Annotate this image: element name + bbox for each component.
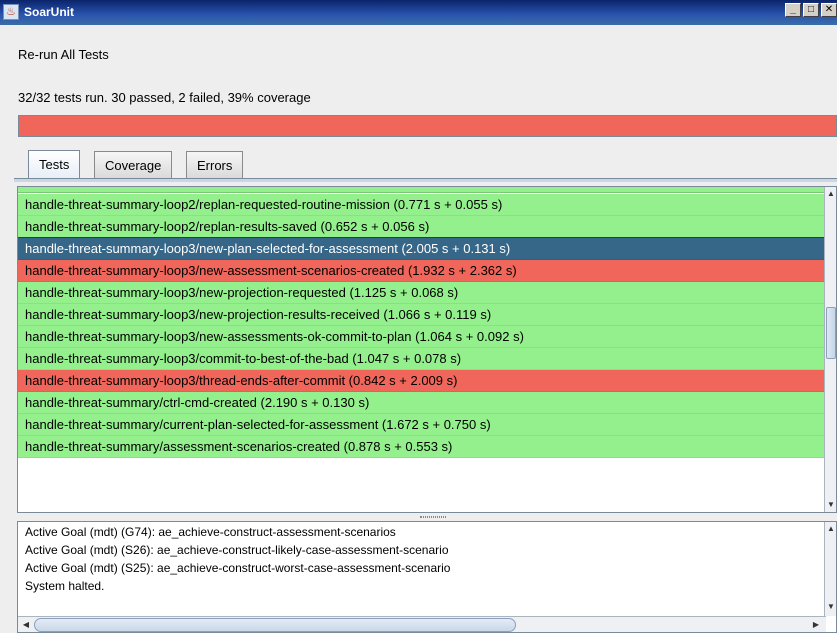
test-progress-bar (18, 115, 837, 137)
log-line: Active Goal (mdt) (S26): ae_achieve-cons… (25, 543, 449, 557)
test-list[interactable]: handle-threat-summary-loop2/replan-reque… (18, 187, 825, 512)
log-line: System halted. (25, 579, 105, 593)
window-titlebar[interactable]: ♨ SoarUnit _ □ ✕ (0, 0, 837, 25)
scroll-left-arrow-icon[interactable]: ◀ (20, 619, 32, 631)
panel-splitter[interactable] (17, 513, 837, 521)
log-line: Active Goal (mdt) (S25): ae_achieve-cons… (25, 561, 451, 575)
window-title: SoarUnit (24, 5, 75, 19)
maximize-button[interactable]: □ (803, 3, 819, 17)
test-row[interactable]: handle-threat-summary-loop3/new-projecti… (18, 304, 825, 326)
test-row[interactable]: handle-threat-summary/current-plan-selec… (18, 414, 825, 436)
java-app-icon: ♨ (3, 4, 19, 20)
test-row[interactable]: handle-threat-summary-loop3/new-assessme… (18, 260, 825, 282)
log-horizontal-scrollbar[interactable]: ◀ ▶ (18, 616, 826, 632)
minimize-button[interactable]: _ (785, 3, 801, 17)
tab-coverage[interactable]: Coverage (94, 151, 173, 178)
test-progress-fill (19, 116, 836, 136)
test-row[interactable]: handle-threat-summary-loop2/replan-reque… (18, 194, 825, 216)
test-row[interactable]: handle-threat-summary-loop3/new-projecti… (18, 282, 825, 304)
tests-vertical-scrollbar[interactable]: ▲ ▼ (824, 187, 836, 512)
tab-strip-underline (14, 178, 837, 182)
test-summary-text: 32/32 tests run. 30 passed, 2 failed, 39… (18, 90, 311, 105)
scroll-down-arrow-icon[interactable]: ▼ (826, 500, 836, 510)
output-log-panel[interactable]: Active Goal (mdt) (G74): ae_achieve-cons… (17, 521, 837, 633)
tab-errors[interactable]: Errors (186, 151, 244, 178)
log-line: Active Goal (mdt) (G74): ae_achieve-cons… (25, 525, 396, 539)
test-row[interactable]: handle-threat-summary-loop3/new-plan-sel… (18, 237, 825, 261)
log-scroll-up-arrow-icon[interactable]: ▲ (826, 524, 836, 534)
scroll-up-arrow-icon[interactable]: ▲ (826, 189, 836, 199)
test-row[interactable]: handle-threat-summary-loop3/thread-ends-… (18, 370, 825, 392)
splitter-grip-icon (420, 516, 446, 518)
tests-scroll-thumb[interactable] (826, 307, 836, 359)
tests-list-panel[interactable]: handle-threat-summary-loop2/replan-reque… (17, 186, 837, 513)
log-horizontal-scroll-thumb[interactable] (34, 618, 516, 632)
test-row[interactable]: handle-threat-summary/ctrl-cmd-created (… (18, 392, 825, 414)
log-vertical-scrollbar[interactable]: ▲ ▼ (824, 522, 836, 616)
scroll-right-arrow-icon[interactable]: ▶ (810, 619, 822, 631)
test-row[interactable]: handle-threat-summary-loop3/new-assessme… (18, 326, 825, 348)
log-scroll-down-arrow-icon[interactable]: ▼ (826, 602, 836, 612)
test-row[interactable]: handle-threat-summary-loop2/replan-resul… (18, 216, 825, 238)
tab-tests[interactable]: Tests (28, 150, 81, 179)
test-row[interactable]: handle-threat-summary-loop3/commit-to-be… (18, 348, 825, 370)
close-button[interactable]: ✕ (821, 3, 837, 17)
rerun-all-tests-button[interactable]: Re-run All Tests (18, 47, 109, 62)
partial-test-row (18, 187, 825, 193)
test-row[interactable]: handle-threat-summary/assessment-scenari… (18, 436, 825, 458)
